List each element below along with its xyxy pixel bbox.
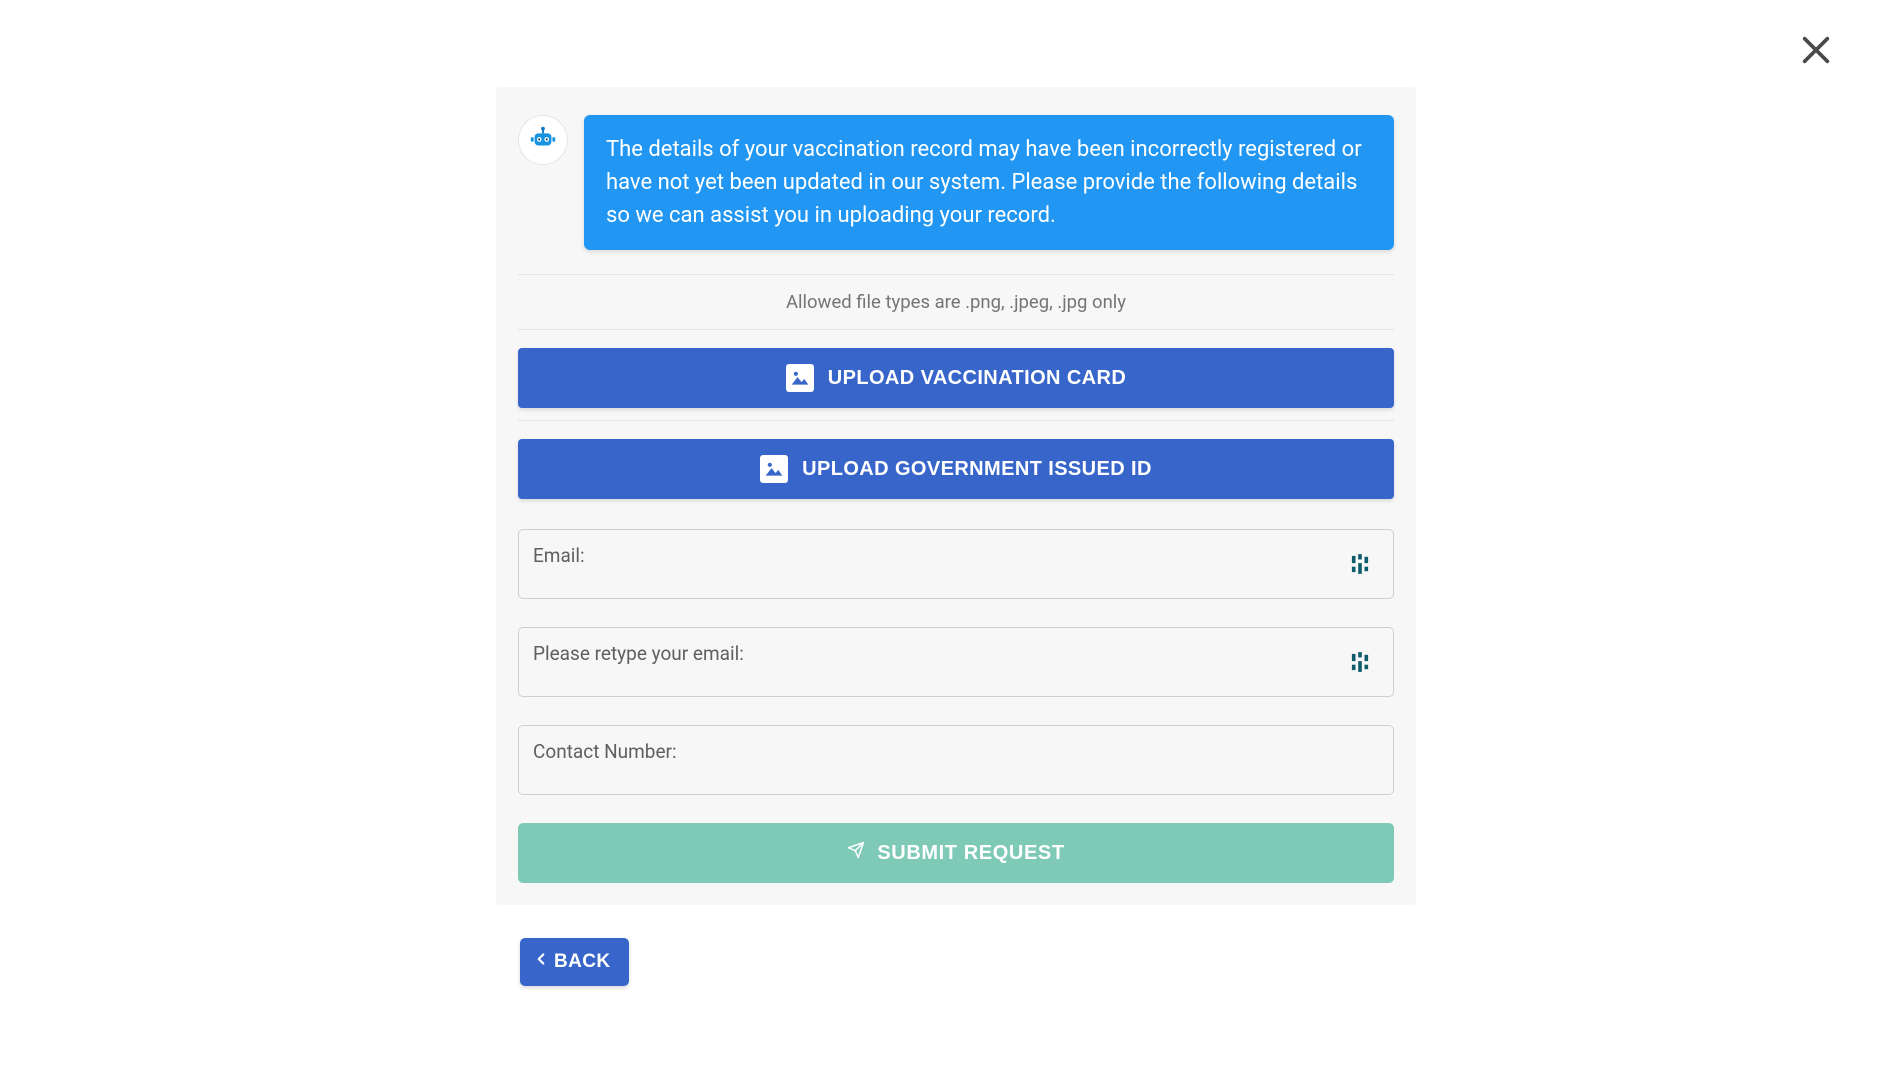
bot-avatar bbox=[518, 115, 568, 165]
image-icon bbox=[786, 364, 814, 392]
bot-message-bubble: The details of your vaccination record m… bbox=[584, 115, 1394, 250]
back-label: BACK bbox=[554, 951, 611, 973]
contact-number-field-wrapper: Contact Number: bbox=[518, 725, 1394, 795]
allowed-file-types-text: Allowed file types are .png, .jpeg, .jpg… bbox=[518, 275, 1394, 329]
image-icon bbox=[760, 455, 788, 483]
back-button[interactable]: BACK bbox=[520, 938, 629, 986]
password-manager-icon[interactable] bbox=[1351, 554, 1369, 574]
upload-vaccination-section: UPLOAD VACCINATION CARD bbox=[518, 329, 1394, 408]
upload-gov-id-button[interactable]: UPLOAD GOVERNMENT ISSUED ID bbox=[518, 439, 1394, 499]
upload-gov-id-section: UPLOAD GOVERNMENT ISSUED ID bbox=[518, 420, 1394, 499]
email-field[interactable] bbox=[519, 530, 1393, 598]
upload-vaccination-card-label: UPLOAD VACCINATION CARD bbox=[828, 367, 1126, 390]
email-field-wrapper: Email: bbox=[518, 529, 1394, 599]
bot-message-text: The details of your vaccination record m… bbox=[606, 137, 1362, 228]
chevron-left-icon bbox=[532, 950, 550, 974]
upload-vaccination-card-button[interactable]: UPLOAD VACCINATION CARD bbox=[518, 348, 1394, 408]
email-confirm-field-wrapper: Please retype your email: bbox=[518, 627, 1394, 697]
bot-message-row: The details of your vaccination record m… bbox=[518, 115, 1394, 250]
submit-request-label: SUBMIT REQUEST bbox=[877, 842, 1064, 865]
email-confirm-field[interactable] bbox=[519, 628, 1393, 696]
password-manager-icon[interactable] bbox=[1351, 652, 1369, 672]
upload-gov-id-label: UPLOAD GOVERNMENT ISSUED ID bbox=[802, 458, 1152, 481]
close-button[interactable] bbox=[1796, 32, 1836, 72]
form-group: Email: Please retype your email: bbox=[518, 529, 1394, 883]
robot-icon bbox=[528, 123, 558, 157]
modal-card: The details of your vaccination record m… bbox=[496, 87, 1416, 905]
contact-number-field[interactable] bbox=[519, 726, 1393, 794]
close-icon bbox=[1799, 33, 1833, 71]
paper-plane-icon bbox=[847, 841, 865, 865]
submit-request-button[interactable]: SUBMIT REQUEST bbox=[518, 823, 1394, 883]
